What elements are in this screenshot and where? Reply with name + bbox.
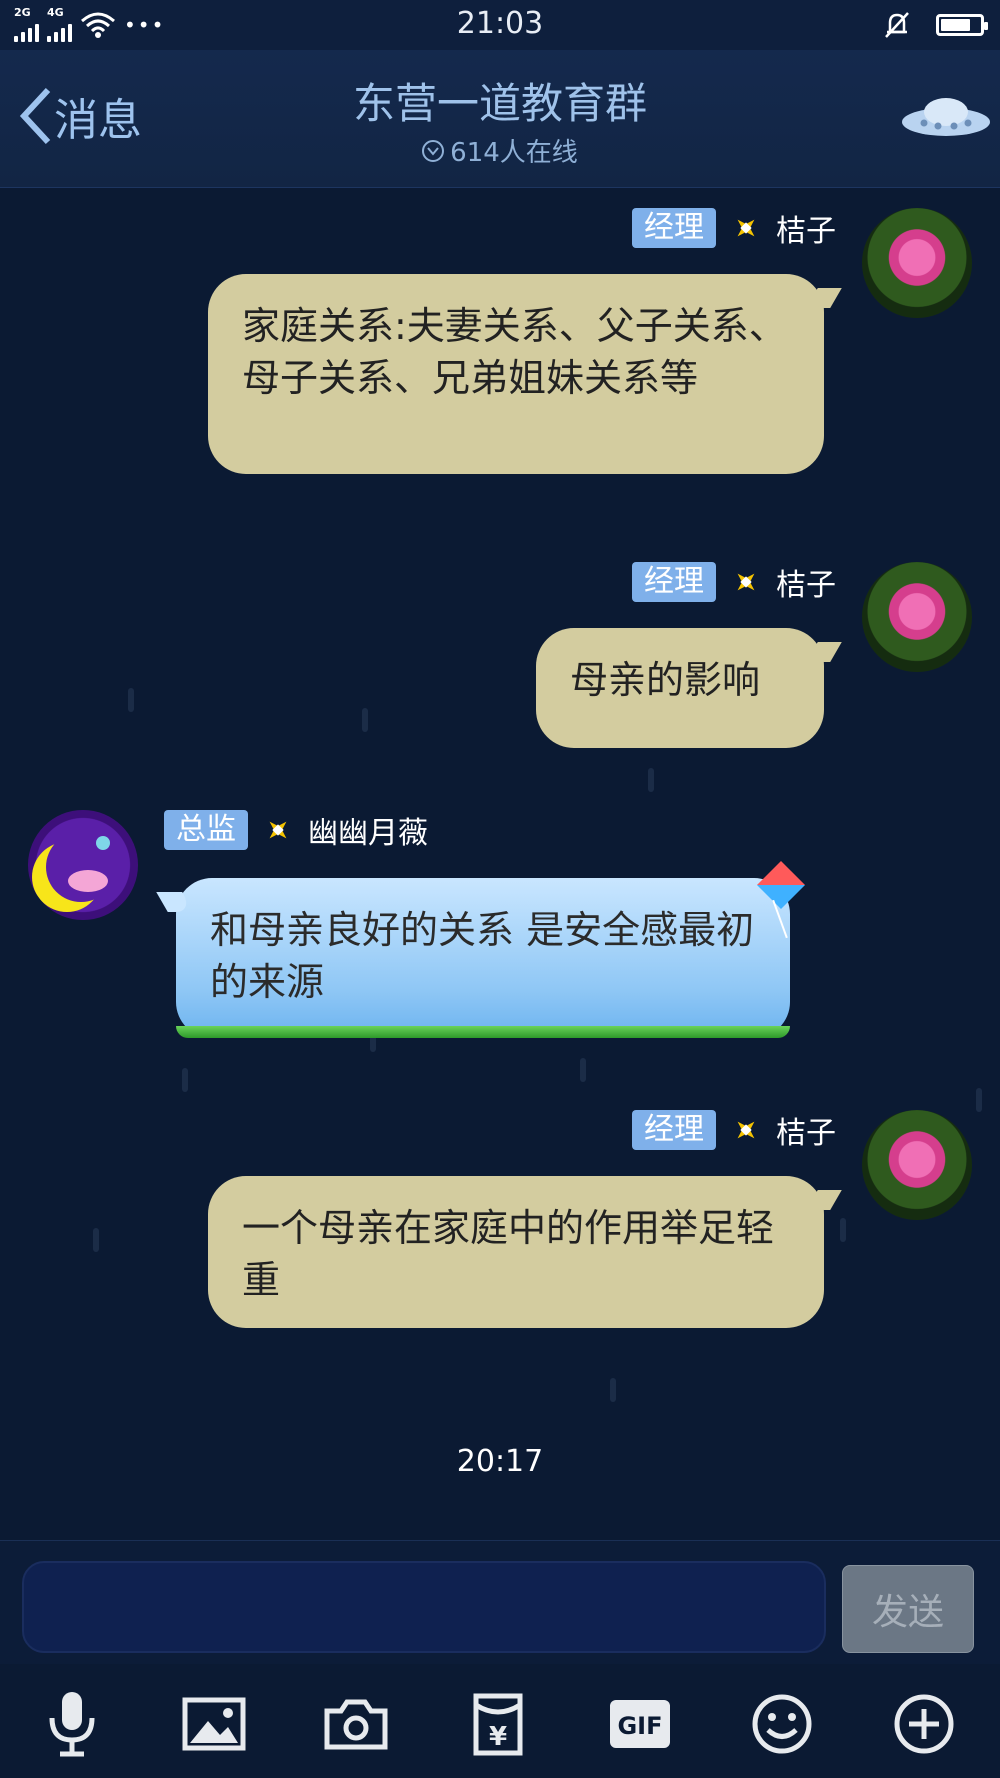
message-text: 一个母亲在家庭中的作用举足轻重 bbox=[242, 1206, 775, 1302]
status-time: 21:03 bbox=[456, 6, 544, 41]
role-badge: 经理 bbox=[632, 208, 716, 248]
star-rank-icon bbox=[728, 210, 764, 246]
message-bubble[interactable]: 一个母亲在家庭中的作用举足轻重 bbox=[208, 1176, 824, 1328]
message-list[interactable]: 经理 桔子 家庭关系:夫妻关系、父子关系、母子关系、兄弟姐妹关系等 经理 桔子 … bbox=[0, 188, 1000, 1540]
message-bubble[interactable]: 和母亲良好的关系 是安全感最初的来源 bbox=[176, 878, 790, 1038]
message-input[interactable] bbox=[22, 1561, 826, 1653]
send-button[interactable]: 发送 bbox=[842, 1565, 974, 1653]
sender-name[interactable]: 桔子 bbox=[776, 206, 836, 250]
avatar[interactable] bbox=[862, 208, 972, 318]
star-rank-icon bbox=[728, 1112, 764, 1148]
svg-text:¥: ¥ bbox=[489, 1722, 507, 1752]
sender-meta: 经理 桔子 bbox=[632, 560, 836, 604]
mute-bell-icon bbox=[885, 12, 909, 38]
sender-meta: 经理 桔子 bbox=[632, 206, 836, 250]
gif-icon[interactable]: GIF bbox=[606, 1690, 674, 1758]
group-title[interactable]: 东营一道教育群 bbox=[0, 70, 1000, 131]
message-bubble[interactable]: 家庭关系:夫妻关系、父子关系、母子关系、兄弟姐妹关系等 bbox=[208, 274, 824, 474]
sender-meta: 总监 幽幽月薇 bbox=[164, 808, 428, 852]
ufo-icon[interactable] bbox=[898, 90, 994, 144]
star-rank-icon bbox=[260, 812, 296, 848]
status-bar: 2G 4G ••• 21:03 bbox=[0, 0, 1000, 50]
plus-icon[interactable] bbox=[890, 1690, 958, 1758]
online-status: 614人在线 bbox=[0, 132, 1000, 169]
role-badge: 经理 bbox=[632, 1110, 716, 1150]
message-bubble[interactable]: 母亲的影响 bbox=[536, 628, 824, 748]
bottom-toolbar: ¥ GIF bbox=[0, 1664, 1000, 1778]
camera-icon[interactable] bbox=[322, 1690, 390, 1758]
role-badge: 总监 bbox=[164, 810, 248, 850]
avatar[interactable] bbox=[862, 562, 972, 672]
battery-icon bbox=[936, 14, 988, 36]
sender-name[interactable]: 幽幽月薇 bbox=[308, 808, 428, 852]
red-packet-icon[interactable]: ¥ bbox=[464, 1690, 532, 1758]
message-text: 和母亲良好的关系 是安全感最初的来源 bbox=[210, 908, 755, 1004]
message-timestamp: 20:17 bbox=[456, 1444, 544, 1479]
star-rank-icon bbox=[728, 564, 764, 600]
sender-name[interactable]: 桔子 bbox=[776, 560, 836, 604]
sender-meta: 经理 桔子 bbox=[632, 1108, 836, 1152]
svg-text:GIF: GIF bbox=[617, 1712, 662, 1740]
sender-name[interactable]: 桔子 bbox=[776, 1108, 836, 1152]
image-icon[interactable] bbox=[180, 1690, 248, 1758]
avatar[interactable] bbox=[28, 810, 138, 920]
chevron-down-circle-icon bbox=[422, 139, 445, 162]
avatar[interactable] bbox=[862, 1110, 972, 1220]
role-badge: 经理 bbox=[632, 562, 716, 602]
emoji-icon[interactable] bbox=[748, 1690, 816, 1758]
chat-header: 消息 东营一道教育群 614人在线 bbox=[0, 50, 1000, 188]
message-text: 家庭关系:夫妻关系、父子关系、母子关系、兄弟姐妹关系等 bbox=[242, 304, 787, 400]
online-count: 614人在线 bbox=[450, 138, 578, 168]
message-text: 母亲的影响 bbox=[570, 658, 761, 702]
composer: 发送 bbox=[0, 1540, 1000, 1665]
microphone-icon[interactable] bbox=[38, 1690, 106, 1758]
